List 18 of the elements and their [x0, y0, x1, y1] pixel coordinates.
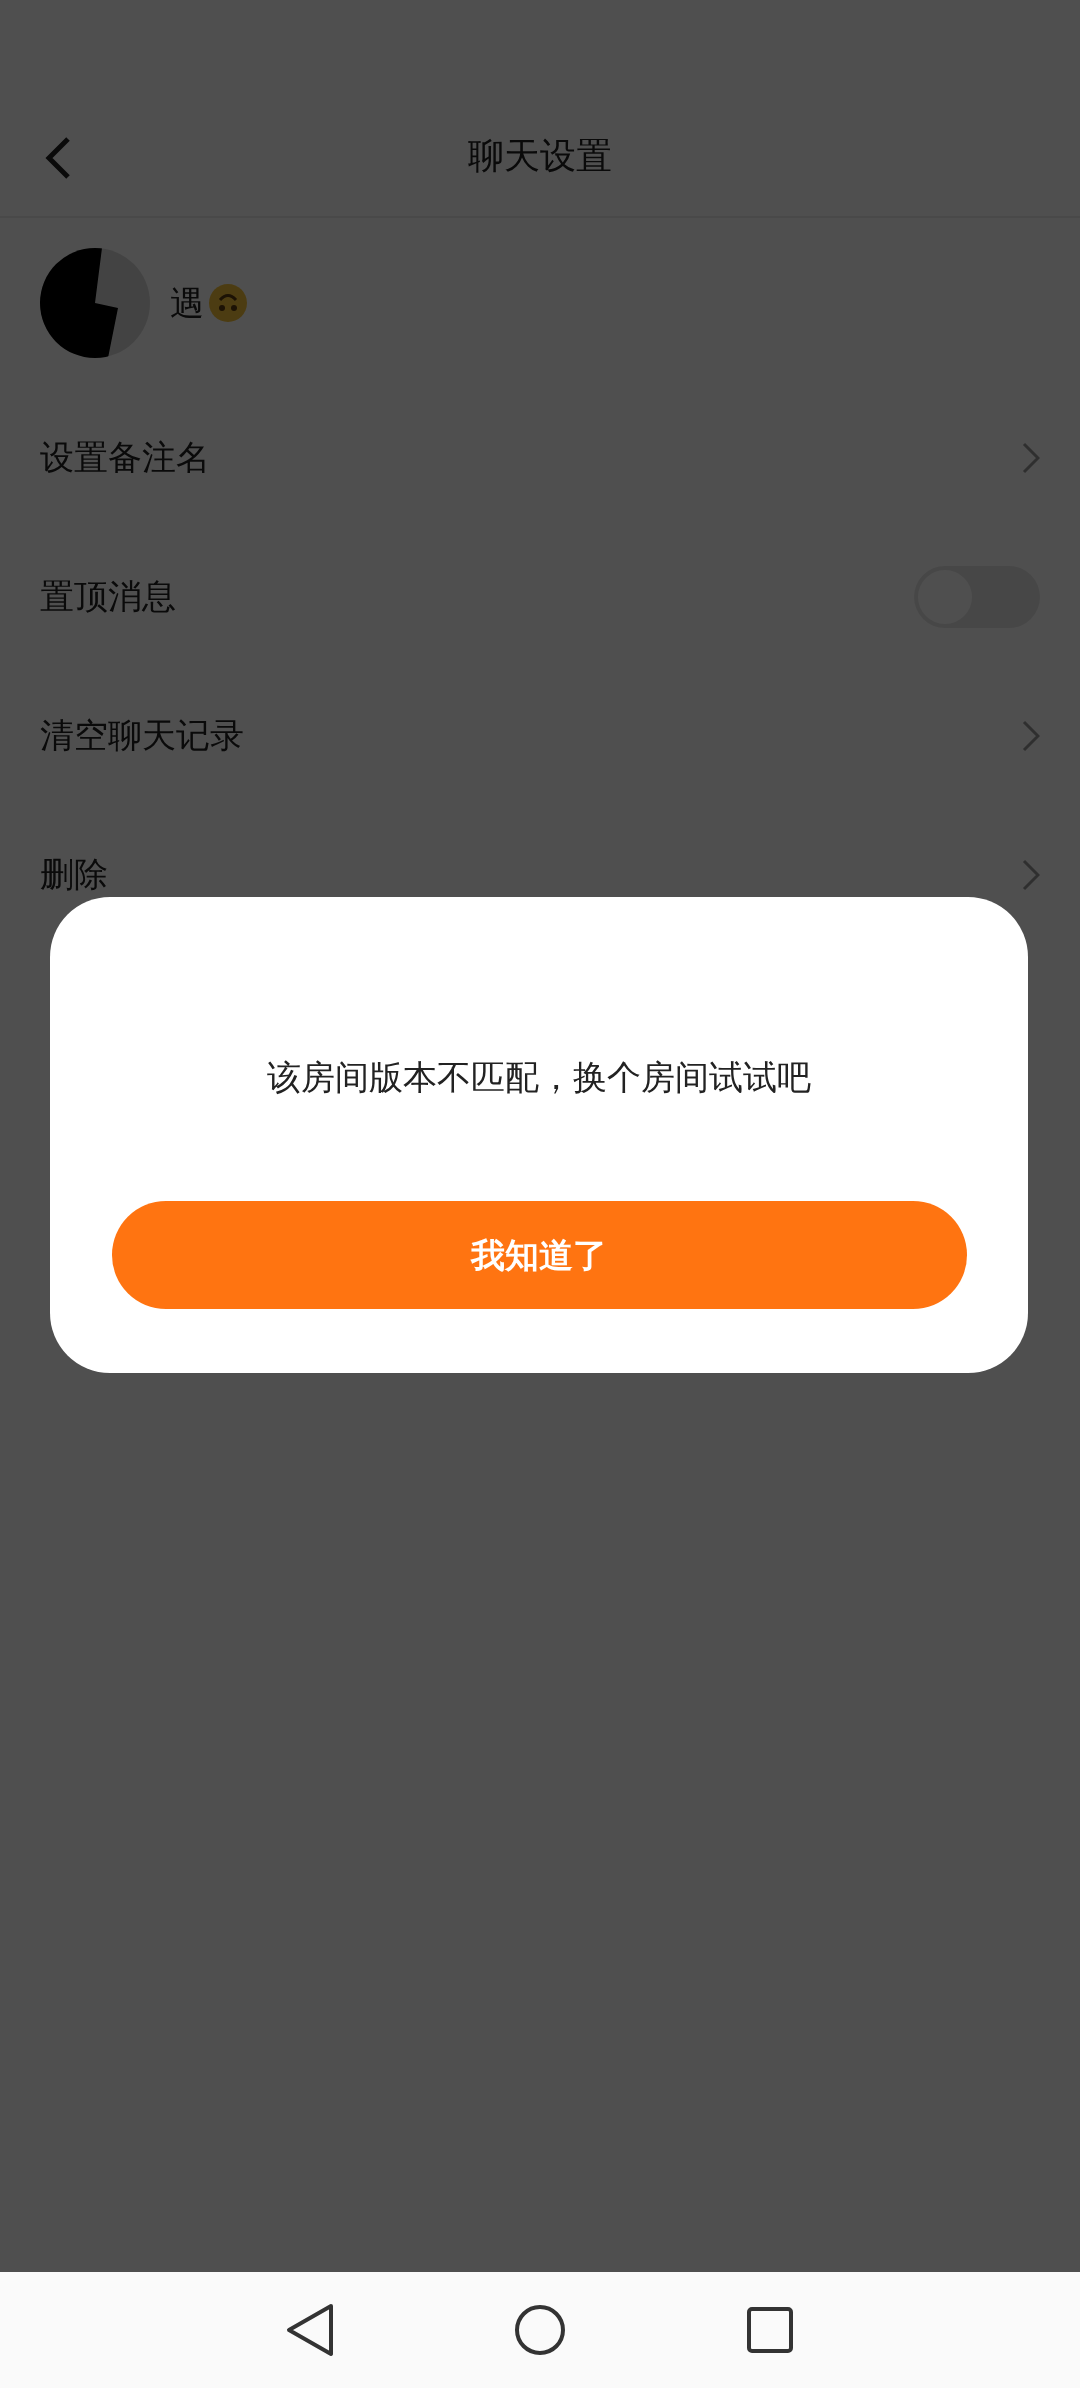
upside-down-face-icon: [208, 283, 248, 323]
dialog-message: 该房间版本不匹配，换个房间试试吧: [266, 1056, 812, 1099]
recents-nav-icon[interactable]: [747, 2307, 793, 2353]
setting-label: 置顶消息: [40, 575, 176, 618]
chevron-right-icon: [1022, 719, 1040, 752]
contact-name: 遇: [170, 281, 204, 325]
setting-label: 删除: [40, 853, 108, 896]
chevron-right-icon: [1022, 858, 1040, 891]
settings-row[interactable]: 清空聊天记录: [0, 666, 1080, 805]
page-title: 聊天设置: [468, 134, 612, 178]
home-nav-icon[interactable]: [514, 2304, 566, 2356]
setting-label: 清空聊天记录: [40, 714, 244, 757]
chevron-right-icon: [1022, 441, 1040, 474]
back-nav-icon[interactable]: [285, 2303, 335, 2357]
setting-label: 设置备注名: [40, 436, 210, 479]
settings-row[interactable]: 删除: [0, 805, 1080, 944]
confirm-button[interactable]: 我知道了: [111, 1201, 967, 1309]
settings-row[interactable]: 设置备注名: [0, 388, 1080, 527]
